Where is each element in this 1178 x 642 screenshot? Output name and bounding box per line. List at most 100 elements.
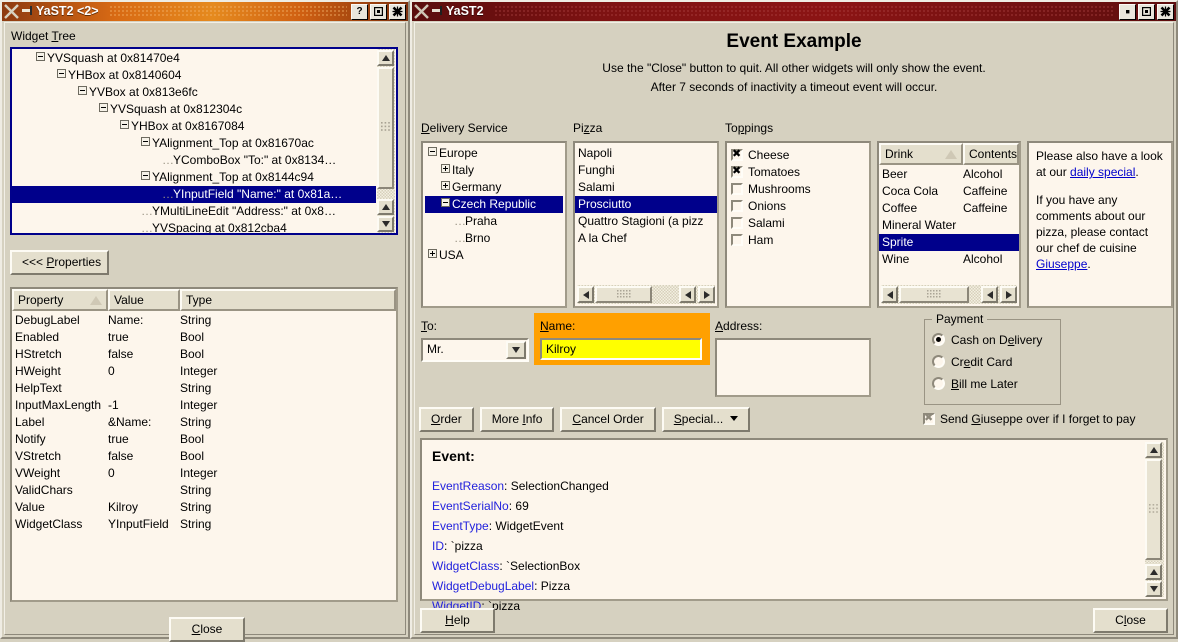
- tree-item[interactable]: …YVSpacing at 0x812cba4: [12, 220, 376, 233]
- special-menu-button[interactable]: Special...: [662, 407, 750, 432]
- scroll-down-button[interactable]: [377, 216, 394, 232]
- delivery-tree-item[interactable]: …Praha: [425, 213, 563, 230]
- tree-expand-icon[interactable]: [428, 249, 437, 258]
- left-titlebar[interactable]: YaST2 <2> ?: [2, 2, 408, 21]
- table-row[interactable]: HelpTextString: [12, 380, 396, 397]
- tree-collapse-icon[interactable]: [57, 69, 66, 78]
- chevron-down-icon[interactable]: [506, 341, 526, 359]
- column-header-contents[interactable]: Contents: [963, 143, 1019, 165]
- scroll-up-button[interactable]: [377, 50, 394, 66]
- table-row[interactable]: NotifytrueBool: [12, 431, 396, 448]
- scroll-thumb[interactable]: [377, 67, 394, 189]
- tree-vertical-scrollbar[interactable]: [376, 49, 396, 233]
- tree-collapse-icon[interactable]: [141, 137, 150, 146]
- column-header-property[interactable]: Property: [12, 289, 108, 311]
- table-row[interactable]: WidgetClassYInputFieldString: [12, 516, 396, 533]
- tree-collapse-icon[interactable]: [36, 52, 45, 61]
- properties-table[interactable]: Property Value Type DebugLabelName:Strin…: [10, 287, 398, 602]
- tree-item[interactable]: YHBox at 0x8167084: [12, 118, 376, 135]
- tree-item[interactable]: YAlignment_Top at 0x8144c94: [12, 169, 376, 186]
- drinks-scroll-left-button[interactable]: [881, 286, 898, 303]
- properties-table-body[interactable]: DebugLabelName:StringEnabledtrueBoolHStr…: [12, 312, 396, 600]
- table-row[interactable]: VWeight0Integer: [12, 465, 396, 482]
- event-log-vertical-scrollbar[interactable]: [1145, 442, 1164, 597]
- delivery-tree-item[interactable]: Europe: [425, 145, 563, 162]
- tree-collapse-icon[interactable]: [120, 120, 129, 129]
- column-header-value[interactable]: Value: [108, 289, 180, 311]
- right-titlebar[interactable]: YaST2: [412, 2, 1176, 21]
- checkbox-box[interactable]: [731, 183, 743, 195]
- delivery-tree-rows[interactable]: EuropeItalyGermanyCzech Republic…Praha…B…: [425, 145, 563, 304]
- drink-row[interactable]: Coca ColaCaffeine: [879, 183, 1019, 200]
- daily-special-link[interactable]: daily special: [1070, 165, 1135, 179]
- help-button[interactable]: ?: [351, 4, 368, 20]
- table-row[interactable]: EnabledtrueBool: [12, 329, 396, 346]
- close-button[interactable]: [389, 4, 406, 20]
- checkbox-box[interactable]: [731, 149, 743, 161]
- tree-collapse-icon[interactable]: [141, 171, 150, 180]
- maximize-button[interactable]: [370, 4, 387, 20]
- pizza-rows[interactable]: NapoliFunghiSalamiProsciuttoQuattro Stag…: [575, 145, 717, 265]
- tree-item[interactable]: …YComboBox "To:" at 0x8134…: [12, 152, 376, 169]
- tree-item[interactable]: YVSquash at 0x81470e4: [12, 50, 376, 67]
- tree-collapse-icon[interactable]: [428, 147, 437, 156]
- tree-collapse-icon[interactable]: [78, 86, 87, 95]
- radio-button[interactable]: [932, 377, 945, 390]
- drink-row[interactable]: Sprite: [879, 234, 1019, 251]
- pizza-list-item[interactable]: Salami: [575, 179, 717, 196]
- pizza-list-item[interactable]: Funghi: [575, 162, 717, 179]
- drinks-scroll-left-button-2[interactable]: [981, 286, 998, 303]
- pizza-list-item[interactable]: Quattro Stagioni (a pizz: [575, 213, 717, 230]
- minimize-button[interactable]: [1119, 4, 1136, 20]
- tree-item[interactable]: YVSquash at 0x812304c: [12, 101, 376, 118]
- to-combobox[interactable]: Mr.: [421, 338, 529, 362]
- tree-item[interactable]: …YInputField "Name:" at 0x81a…: [12, 186, 376, 203]
- tree-item[interactable]: YVBox at 0x813e6fc: [12, 84, 376, 101]
- drink-row[interactable]: Mineral Water: [879, 217, 1019, 234]
- payment-radio-option[interactable]: Bill me Later: [932, 373, 1042, 395]
- tree-collapse-icon[interactable]: [441, 198, 450, 207]
- tree-item[interactable]: …YMultiLineEdit "Address:" at 0x8…: [12, 203, 376, 220]
- radio-button[interactable]: [932, 355, 945, 368]
- topping-checkbox[interactable]: Salami: [731, 215, 865, 232]
- drink-row[interactable]: CoffeeCaffeine: [879, 200, 1019, 217]
- delivery-service-tree[interactable]: EuropeItalyGermanyCzech Republic…Praha…B…: [421, 141, 567, 308]
- table-row[interactable]: HWeight0Integer: [12, 363, 396, 380]
- widget-tree-box[interactable]: YVSquash at 0x81470e4YHBox at 0x8140604Y…: [10, 47, 398, 235]
- close-button-bottom[interactable]: Close: [1093, 608, 1168, 633]
- topping-checkbox[interactable]: Ham: [731, 232, 865, 249]
- name-input[interactable]: [540, 338, 702, 360]
- left-close-button[interactable]: Close: [169, 617, 245, 642]
- event-scroll-thumb[interactable]: [1145, 459, 1162, 560]
- table-row[interactable]: ValidCharsString: [12, 482, 396, 499]
- giuseppe-link[interactable]: Giuseppe: [1036, 257, 1087, 271]
- delivery-tree-item[interactable]: Germany: [425, 179, 563, 196]
- toppings-rows[interactable]: CheeseTomatoesMushroomsOnionsSalamiHam: [731, 147, 865, 302]
- scroll-up-button-2[interactable]: [377, 199, 394, 215]
- tree-item[interactable]: YAlignment_Top at 0x81670ac: [12, 135, 376, 152]
- maximize-button-right[interactable]: [1138, 4, 1155, 20]
- pizza-h-thumb[interactable]: [595, 286, 652, 303]
- order-button[interactable]: Order: [419, 407, 474, 432]
- drinks-h-thumb[interactable]: [899, 286, 969, 303]
- table-row[interactable]: ValueKilroyString: [12, 499, 396, 516]
- drinks-horizontal-scrollbar[interactable]: [881, 285, 1017, 304]
- event-scroll-up-button[interactable]: [1145, 442, 1162, 458]
- payment-radio-option[interactable]: Cash on Delivery: [932, 329, 1042, 351]
- payment-radio-option[interactable]: Credit Card: [932, 351, 1042, 373]
- giuseppe-checkbox[interactable]: Send Giuseppe over if I forget to pay: [923, 412, 1135, 426]
- tree-collapse-icon[interactable]: [99, 103, 108, 112]
- checkbox-box[interactable]: [923, 413, 935, 425]
- pizza-list-item[interactable]: Napoli: [575, 145, 717, 162]
- delivery-tree-item[interactable]: Czech Republic: [425, 196, 563, 213]
- topping-checkbox[interactable]: Mushrooms: [731, 181, 865, 198]
- pizza-scroll-right-button[interactable]: [698, 286, 715, 303]
- drinks-scroll-right-button[interactable]: [1000, 286, 1017, 303]
- delivery-tree-item[interactable]: USA: [425, 247, 563, 264]
- column-header-drink[interactable]: Drink: [879, 143, 963, 165]
- checkbox-box[interactable]: [731, 234, 743, 246]
- drink-row[interactable]: BeerAlcohol: [879, 166, 1019, 183]
- drink-row[interactable]: WineAlcohol: [879, 251, 1019, 268]
- close-button-right[interactable]: [1157, 4, 1174, 20]
- table-row[interactable]: InputMaxLength-1Integer: [12, 397, 396, 414]
